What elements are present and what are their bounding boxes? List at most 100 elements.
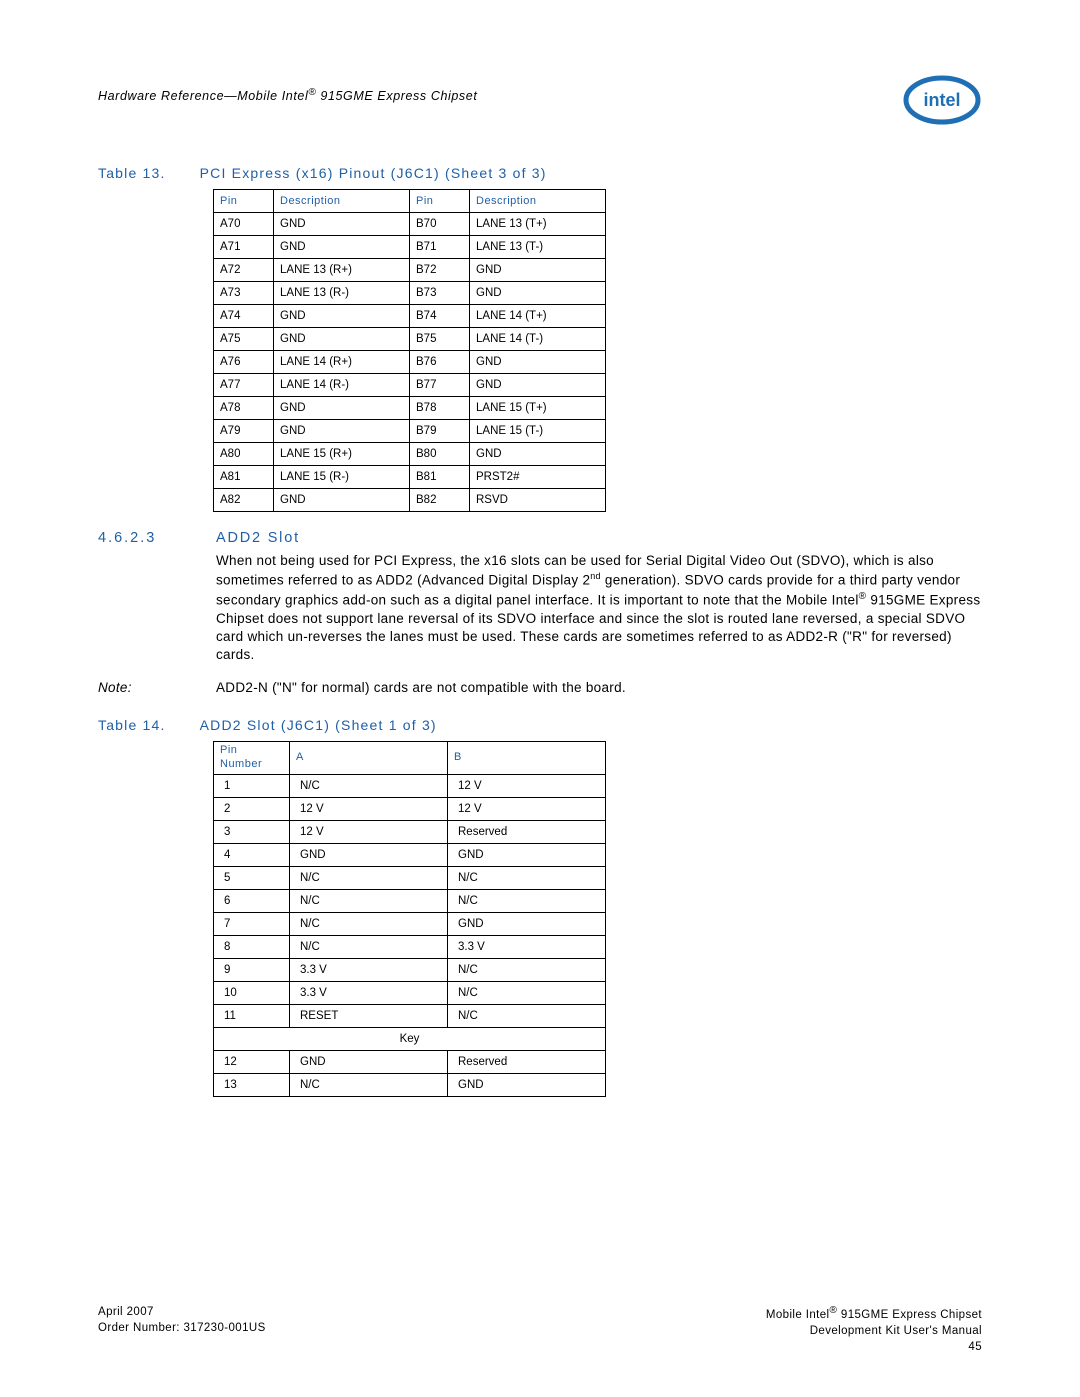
footer-right: Mobile Intel® 915GME Express Chipset Dev… — [766, 1304, 982, 1355]
page: Hardware Reference—Mobile Intel® 915GME … — [0, 0, 1080, 1397]
table-cell: 2 — [214, 797, 290, 820]
section-title: ADD2 Slot — [216, 530, 300, 546]
table-cell: 3.3 V — [290, 958, 448, 981]
table-cell: 9 — [214, 958, 290, 981]
table-row: 7N/CGND — [214, 912, 606, 935]
table-cell: B71 — [410, 236, 470, 259]
table-cell: LANE 14 (R+) — [274, 351, 410, 374]
table13-header-row: Pin Description Pin Description — [214, 190, 606, 213]
table-cell: GND — [290, 843, 448, 866]
table-row: A78GNDB78LANE 15 (T+) — [214, 397, 606, 420]
running-head-pre: Hardware Reference—Mobile Intel — [98, 89, 308, 103]
table-cell: B76 — [410, 351, 470, 374]
table-cell: 12 V — [448, 797, 606, 820]
table-cell: GND — [448, 912, 606, 935]
table-cell: 12 — [214, 1050, 290, 1073]
table13-caption: Table 13.PCI Express (x16) Pinout (J6C1)… — [98, 165, 982, 181]
table-cell: N/C — [290, 774, 448, 797]
table14: Pin Number A B 1N/C12 V212 V12 V312 VRes… — [213, 741, 606, 1097]
table-cell: PRST2# — [470, 466, 606, 489]
table-cell: 12 V — [290, 797, 448, 820]
table-row: A82GNDB82RSVD — [214, 489, 606, 512]
th-pinnum-text: Pin Number — [220, 744, 262, 770]
table-cell: N/C — [448, 889, 606, 912]
table-cell: 12 V — [448, 774, 606, 797]
table-cell: LANE 13 (T+) — [470, 213, 606, 236]
table-cell: A71 — [214, 236, 274, 259]
footer-order-num: Order Number: 317230-001US — [98, 1320, 266, 1336]
footer-product-post: 915GME Express Chipset — [837, 1309, 982, 1321]
table-row: A74GNDB74LANE 14 (T+) — [214, 305, 606, 328]
note-label: Note: — [98, 680, 216, 695]
th-pin-b: Pin — [410, 190, 470, 213]
table-row: A71GNDB71LANE 13 (T-) — [214, 236, 606, 259]
table-cell: 13 — [214, 1073, 290, 1096]
superscript-nd: nd — [590, 571, 601, 581]
table-row: 1N/C12 V — [214, 774, 606, 797]
table-cell: 6 — [214, 889, 290, 912]
table-cell: GND — [274, 236, 410, 259]
table-cell: A79 — [214, 420, 274, 443]
table-cell: LANE 14 (T-) — [470, 328, 606, 351]
table-row: 8N/C3.3 V — [214, 935, 606, 958]
table-row: 93.3 VN/C — [214, 958, 606, 981]
table-cell: LANE 13 (T-) — [470, 236, 606, 259]
table-cell: GND — [470, 443, 606, 466]
table-cell: N/C — [290, 912, 448, 935]
note-row: Note: ADD2-N ("N" for normal) cards are … — [98, 680, 982, 695]
table-cell: A80 — [214, 443, 274, 466]
table-cell: N/C — [448, 1004, 606, 1027]
table-cell: 10 — [214, 981, 290, 1004]
table-cell: 1 — [214, 774, 290, 797]
section-heading: 4.6.2.3 ADD2 Slot — [98, 530, 982, 546]
table-cell: GND — [290, 1050, 448, 1073]
table-cell: B72 — [410, 259, 470, 282]
table-row: A80LANE 15 (R+)B80GND — [214, 443, 606, 466]
table-cell: GND — [274, 397, 410, 420]
table-cell: B81 — [410, 466, 470, 489]
table-row: A79GNDB79LANE 15 (T-) — [214, 420, 606, 443]
table-cell: GND — [274, 305, 410, 328]
intel-logo-icon: intel — [902, 75, 982, 125]
table-cell: 3.3 V — [448, 935, 606, 958]
table-cell: B73 — [410, 282, 470, 305]
table-cell: GND — [274, 420, 410, 443]
table-cell: N/C — [290, 889, 448, 912]
table13: Pin Description Pin Description A70GNDB7… — [213, 189, 606, 512]
th-pinnum: Pin Number — [214, 742, 290, 775]
table-cell: N/C — [290, 1073, 448, 1096]
svg-text:intel: intel — [923, 90, 960, 110]
table-row: 5N/CN/C — [214, 866, 606, 889]
th-desc-a: Description — [274, 190, 410, 213]
table13-caption-num: Table 13. — [98, 165, 166, 181]
footer-product-pre: Mobile Intel — [766, 1309, 830, 1321]
table-cell: GND — [470, 351, 606, 374]
table-cell: GND — [470, 374, 606, 397]
table-row: 212 V12 V — [214, 797, 606, 820]
table-key-row: Key — [214, 1027, 606, 1050]
table14-caption: Table 14.ADD2 Slot (J6C1) (Sheet 1 of 3) — [98, 717, 982, 733]
table-row: 11RESETN/C — [214, 1004, 606, 1027]
table-cell: A76 — [214, 351, 274, 374]
table-cell: 7 — [214, 912, 290, 935]
table-cell: B82 — [410, 489, 470, 512]
table-cell: 3 — [214, 820, 290, 843]
table-cell: N/C — [448, 866, 606, 889]
table-cell: RESET — [290, 1004, 448, 1027]
table-cell: B70 — [410, 213, 470, 236]
table-row: A76LANE 14 (R+)B76GND — [214, 351, 606, 374]
table-cell: B79 — [410, 420, 470, 443]
table-cell: A75 — [214, 328, 274, 351]
th-desc-b: Description — [470, 190, 606, 213]
th-col-b: B — [448, 742, 606, 775]
table-cell: A74 — [214, 305, 274, 328]
table14-caption-num: Table 14. — [98, 717, 166, 733]
footer-left: April 2007 Order Number: 317230-001US — [98, 1304, 266, 1355]
page-header: Hardware Reference—Mobile Intel® 915GME … — [98, 75, 982, 125]
table-cell: B75 — [410, 328, 470, 351]
section-paragraph: When not being used for PCI Express, the… — [216, 552, 982, 664]
table-cell: 11 — [214, 1004, 290, 1027]
footer-page-num: 45 — [766, 1339, 982, 1355]
table-cell: Reserved — [448, 820, 606, 843]
footer-manual: Development Kit User's Manual — [766, 1323, 982, 1339]
